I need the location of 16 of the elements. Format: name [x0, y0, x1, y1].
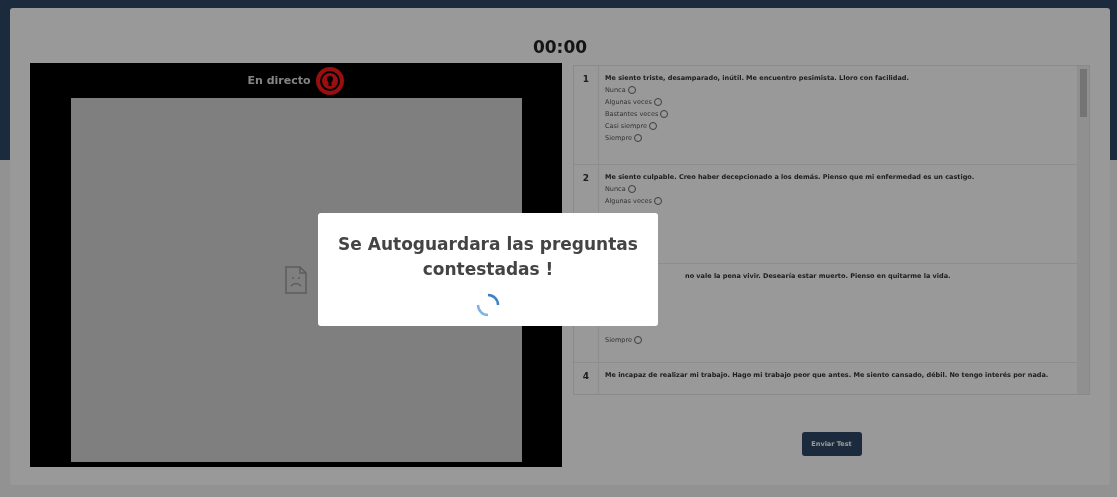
live-label: En directo	[247, 74, 311, 87]
radio-button[interactable]	[660, 110, 669, 118]
scrollbar[interactable]	[1077, 66, 1089, 394]
radio-button[interactable]	[648, 122, 657, 130]
radio-button[interactable]	[633, 134, 642, 142]
dialog-title: Se Autoguardara las preguntas contestadas !	[337, 233, 639, 281]
question-number: 1	[581, 73, 591, 86]
radio-button[interactable]	[653, 197, 662, 205]
broken-file-icon	[285, 266, 307, 294]
loading-spinner-icon	[475, 292, 501, 318]
radio-button[interactable]	[627, 185, 636, 193]
radio-button[interactable]	[633, 336, 642, 344]
question-number: 4	[581, 370, 591, 383]
timer: 00:00	[531, 37, 589, 59]
radio-button[interactable]	[653, 98, 662, 106]
radio-button[interactable]	[627, 86, 636, 94]
